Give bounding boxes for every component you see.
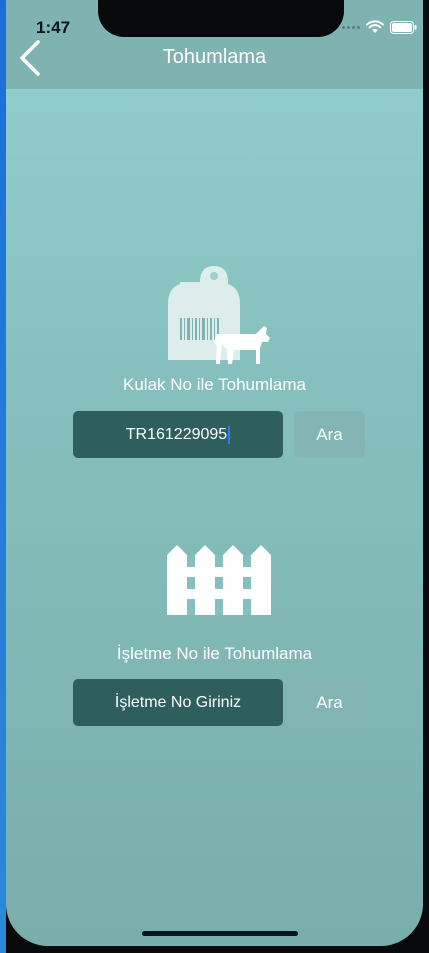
status-time: 1:47	[36, 18, 71, 37]
ear-search-button-label: Ara	[316, 424, 343, 444]
ear-number-input-value: TR161229095	[125, 425, 228, 443]
app-screen: 1:47 Tohumlama Kulak No ile Tohumlama TR…	[6, 0, 423, 946]
ear-number-input[interactable]: TR161229095	[73, 411, 283, 458]
page-title: Tohumlama	[162, 46, 267, 68]
signal-dots-icon	[342, 25, 360, 29]
ear-section-label: Kulak No ile Tohumlama	[123, 375, 306, 394]
ear-search-button[interactable]: Ara	[294, 411, 365, 458]
text-caret	[228, 425, 231, 444]
farm-section-label: İşletme No ile Tohumlama	[116, 644, 313, 663]
home-indicator[interactable]	[142, 931, 298, 936]
fence-icon	[167, 545, 271, 615]
farm-number-input-placeholder: İşletme No Giriniz	[114, 693, 242, 711]
wifi-icon	[366, 20, 384, 33]
farm-search-button-label: Ara	[316, 692, 343, 712]
farm-number-input[interactable]: İşletme No Giriniz	[73, 679, 283, 726]
battery-icon	[390, 20, 417, 34]
device-notch	[98, 0, 344, 37]
status-icons	[342, 20, 417, 34]
farm-search-button[interactable]: Ara	[294, 679, 365, 726]
ear-tag-cow-icon	[168, 266, 270, 364]
